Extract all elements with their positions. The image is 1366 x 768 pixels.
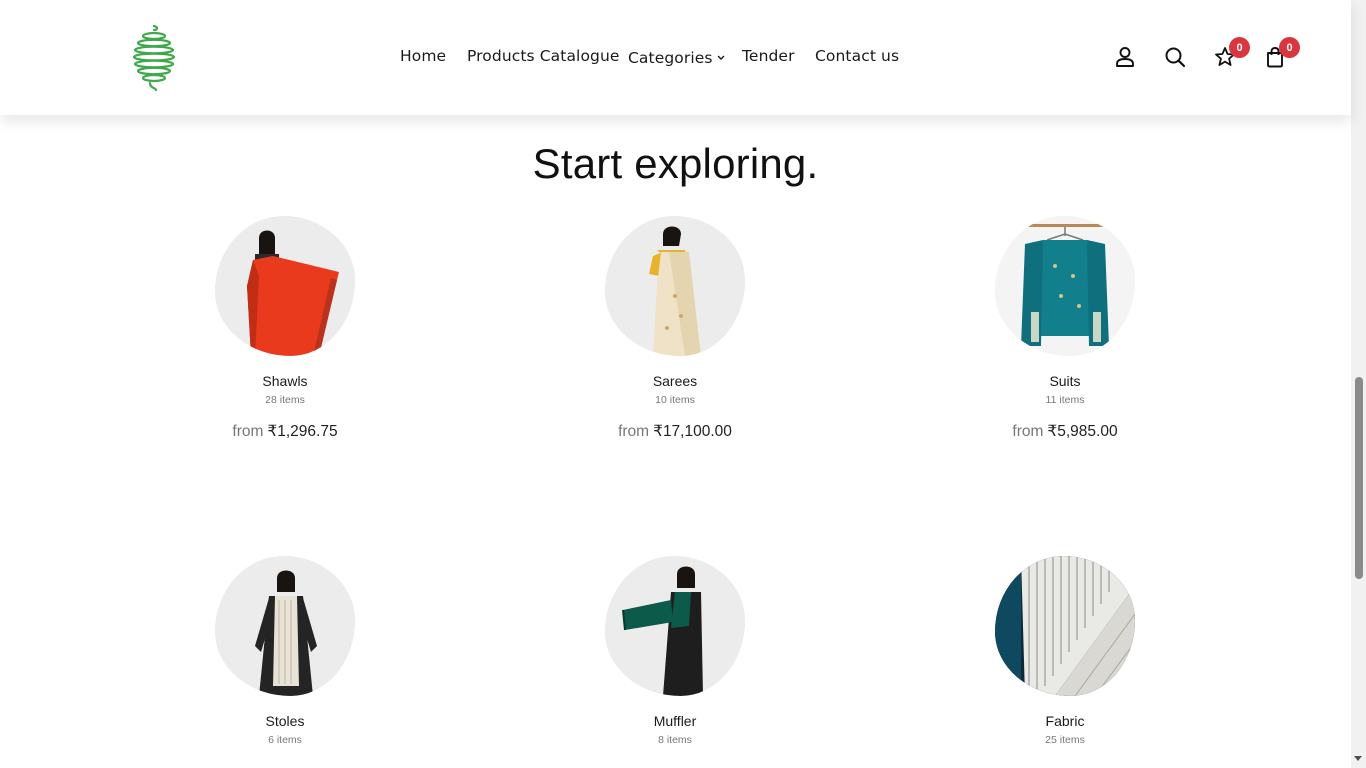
nav-tender[interactable]: Tender [742,47,795,65]
green-spiral-globe-logo-icon [132,24,176,92]
category-item-count: 28 items [265,394,305,406]
sarees-image[interactable] [605,216,745,356]
category-name[interactable]: Stoles [185,713,385,729]
woman-shawl-photo-icon [215,216,355,356]
chevron-down-icon [717,47,725,65]
category-card-muffler: Muffler 8 items [575,556,775,746]
category-name[interactable]: Shawls [185,373,385,389]
category-price: from ₹1,296.75 [185,422,385,441]
category-card-stoles: Stoles 6 items [185,556,385,746]
price-value: ₹1,296.75 [267,423,338,440]
site-logo[interactable] [132,24,176,92]
price-prefix: from [618,423,650,440]
nav-contact-us[interactable]: Contact us [815,47,899,65]
category-price: from ₹5,985.00 [965,422,1165,441]
category-name[interactable]: Fabric [965,713,1165,729]
category-card-fabric: Fabric 25 items [965,556,1165,746]
fabric-image[interactable] [995,556,1135,696]
scrollbar-thumb[interactable] [1355,377,1363,579]
scroll-down-arrow-icon[interactable] [1354,756,1362,761]
site-header: Home Products Catalogue Categories Tende… [0,0,1351,115]
category-price: from ₹17,100.00 [575,422,775,441]
category-item-count: 6 items [268,734,302,746]
category-name[interactable]: Muffler [575,713,775,729]
category-name[interactable]: Sarees [575,373,775,389]
category-item-count: 25 items [1045,734,1085,746]
wishlist-count-badge: 0 [1229,37,1250,58]
nav-home[interactable]: Home [400,47,446,65]
category-item-count: 10 items [655,394,695,406]
price-value: ₹17,100.00 [653,423,732,440]
category-item-count: 8 items [658,734,692,746]
category-name[interactable]: Suits [965,373,1165,389]
category-card-suits: Suits 11 items from ₹5,985.00 [965,216,1165,441]
woman-stole-photo-icon [215,556,355,696]
teal-suit-on-hanger-photo-icon [995,216,1135,356]
striped-fabric-photo-icon [995,556,1135,696]
nav-categories[interactable]: Categories [628,47,725,67]
woman-saree-photo-icon [605,216,745,356]
stoles-image[interactable] [215,556,355,696]
page-scrollbar[interactable] [1351,0,1366,768]
muffler-image[interactable] [605,556,745,696]
user-icon[interactable] [1113,45,1137,69]
category-item-count: 11 items [1045,394,1085,406]
category-card-shawls: Shawls 28 items from ₹1,296.75 [185,216,385,441]
suits-image[interactable] [995,216,1135,356]
price-prefix: from [232,423,264,440]
page-title: Start exploring. [532,140,819,187]
nav-categories-label: Categories [628,49,713,67]
cart-count-badge: 0 [1279,37,1300,58]
search-icon[interactable] [1163,45,1187,69]
category-card-sarees: Sarees 10 items from ₹17,100.00 [575,216,775,441]
woman-muffler-photo-icon [605,556,745,696]
price-value: ₹5,985.00 [1047,423,1118,440]
shawls-image[interactable] [215,216,355,356]
nav-products-catalogue[interactable]: Products Catalogue [467,47,620,65]
price-prefix: from [1012,423,1044,440]
